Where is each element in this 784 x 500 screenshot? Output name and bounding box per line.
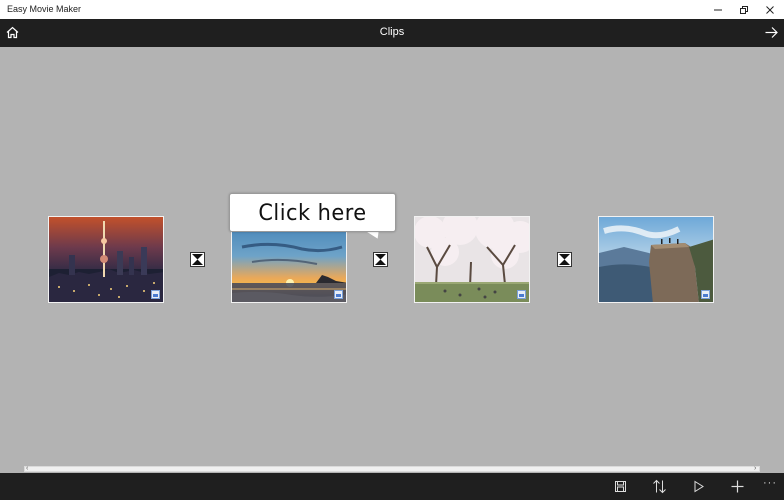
- callout-text: Click here: [258, 201, 367, 226]
- restore-button[interactable]: [731, 0, 757, 19]
- play-icon: [694, 480, 704, 493]
- page-title: Clips: [379, 26, 405, 38]
- sort-icon: [653, 479, 666, 494]
- close-button[interactable]: [757, 0, 783, 19]
- add-icon: [731, 480, 744, 493]
- play-button[interactable]: [690, 478, 707, 495]
- clip-thumbnail-4[interactable]: [598, 216, 714, 303]
- clip-image-cliff-fjord: [599, 217, 713, 302]
- save-button[interactable]: [612, 478, 629, 495]
- transition-icon: [375, 254, 386, 265]
- clip-thumbnail-3[interactable]: [414, 216, 530, 303]
- click-here-callout: Click here: [229, 193, 396, 232]
- arrow-right-icon: [765, 27, 778, 38]
- window-titlebar: Easy Movie Maker: [0, 0, 784, 19]
- transition-icon: [192, 254, 203, 265]
- photo-badge-icon: [151, 290, 160, 299]
- close-icon: [766, 5, 774, 14]
- sort-button[interactable]: [651, 478, 668, 495]
- photo-badge-icon: [517, 290, 526, 299]
- clip-image-night-skyline: [49, 217, 163, 302]
- minimize-icon: [714, 9, 722, 10]
- transition-icon: [559, 254, 570, 265]
- clip-thumbnail-1[interactable]: [48, 216, 164, 303]
- add-button[interactable]: [729, 478, 746, 495]
- photo-badge-icon: [334, 290, 343, 299]
- scroll-left-arrow-icon[interactable]: ‹: [26, 465, 32, 472]
- app-header: Clips: [0, 19, 784, 47]
- transition-button-3[interactable]: [557, 252, 572, 267]
- scroll-right-arrow-icon[interactable]: ›: [754, 465, 760, 472]
- more-button[interactable]: ···: [763, 477, 777, 489]
- clip-image-cherry-blossoms: [415, 217, 529, 302]
- transition-button-2[interactable]: [373, 252, 388, 267]
- horizontal-scrollbar[interactable]: [24, 466, 760, 472]
- clips-timeline: Click here: [0, 47, 784, 466]
- transition-button-1[interactable]: [190, 252, 205, 267]
- photo-badge-icon: [701, 290, 710, 299]
- command-bar: ···: [0, 473, 784, 500]
- minimize-button[interactable]: [705, 0, 731, 19]
- next-button[interactable]: [764, 25, 779, 40]
- save-icon: [615, 481, 626, 492]
- window-title: Easy Movie Maker: [7, 4, 82, 14]
- restore-icon: [740, 5, 748, 14]
